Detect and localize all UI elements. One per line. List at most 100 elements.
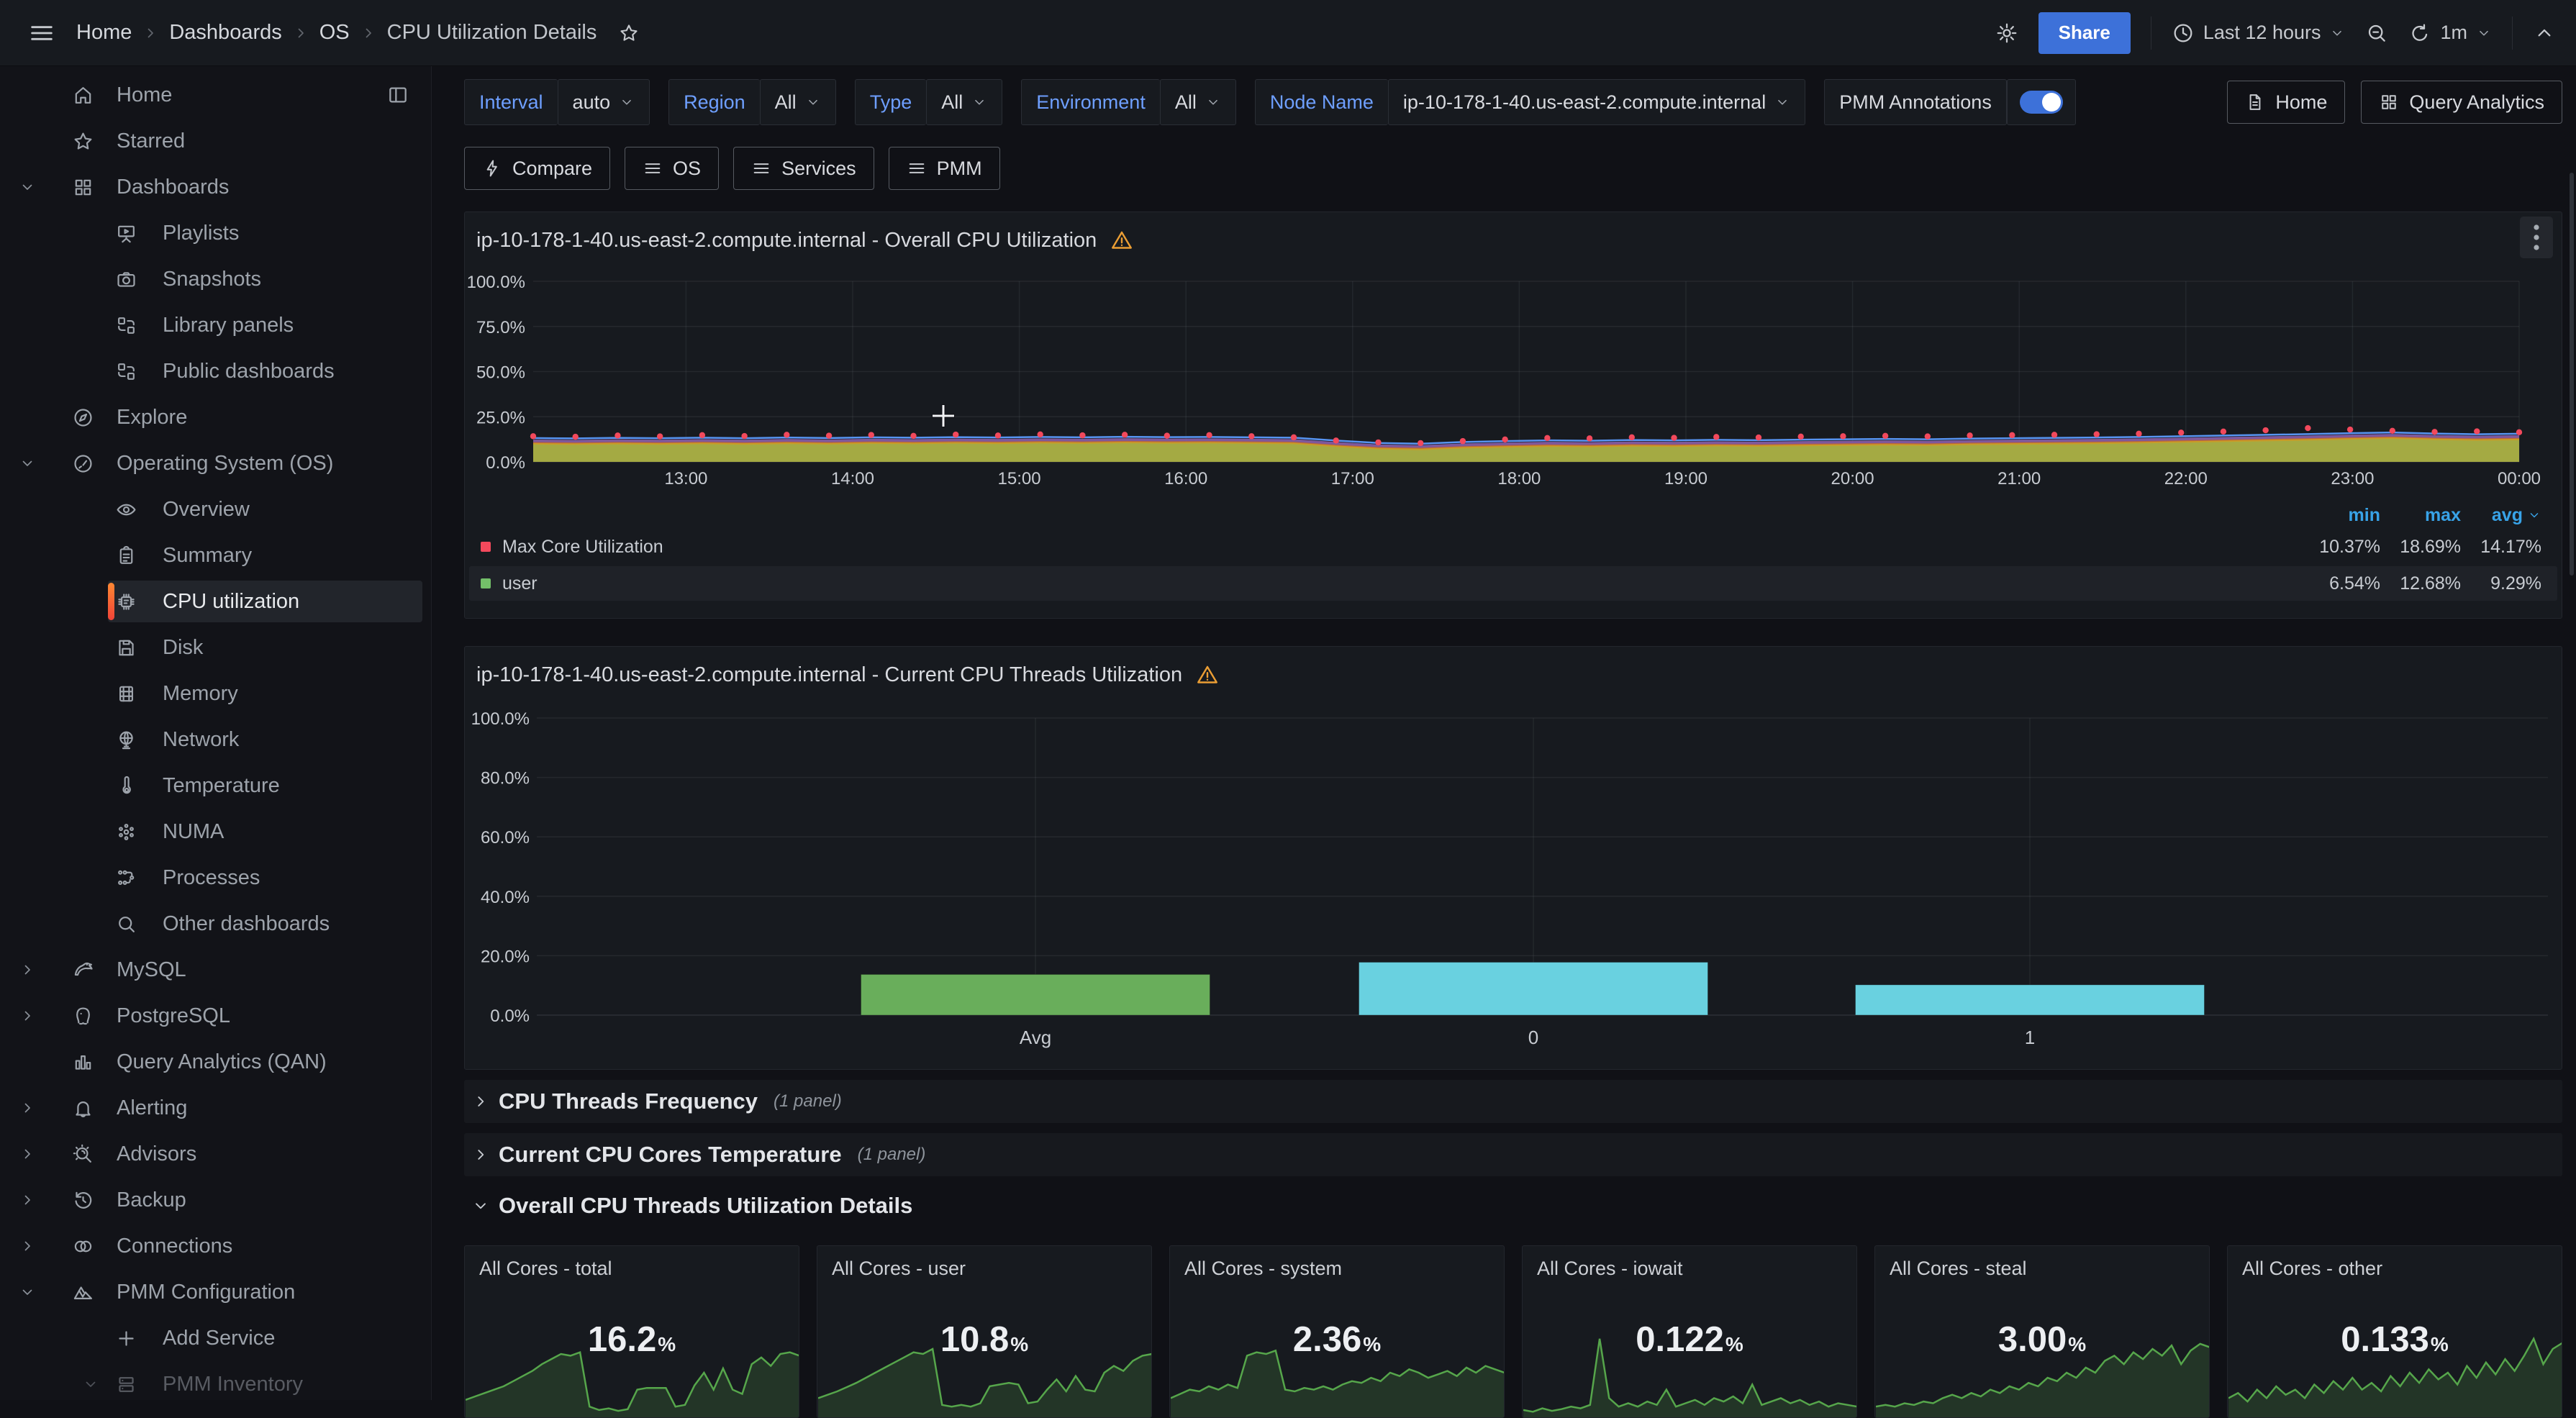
sidebar-item-processes[interactable]: Processes — [0, 855, 431, 901]
sidebar-item-public-dashboards[interactable]: Public dashboards — [0, 348, 431, 394]
sidebar-item-summary[interactable]: Summary — [0, 532, 431, 578]
chevron-right-icon[interactable] — [19, 1237, 72, 1255]
sidebar-item-home[interactable]: Home — [0, 72, 431, 118]
chevron-right-icon[interactable] — [19, 1099, 72, 1117]
hamburger-menu-icon[interactable] — [27, 19, 56, 47]
sidebar-item-operating-system-os[interactable]: Operating System (OS) — [0, 440, 431, 486]
bolt-icon — [482, 158, 502, 178]
row-overall-cpu-threads-utilization-details[interactable]: Overall CPU Threads Utilization Details — [464, 1189, 2562, 1222]
sidebar-item-cpu-utilization[interactable]: CPU utilization — [0, 578, 431, 624]
stat-title: All Cores - other — [2242, 1258, 2382, 1280]
variable-value-select[interactable]: ip-10-178-1-40.us-east-2.compute.interna… — [1388, 79, 1805, 125]
stat-panel-all-cores-system[interactable]: All Cores - system2.36% — [1169, 1245, 1505, 1418]
sidebar-item-dashboards[interactable]: Dashboards — [0, 164, 431, 210]
breadcrumb-cpu-utilization-details[interactable]: CPU Utilization Details — [387, 21, 597, 45]
chevron-right-icon[interactable] — [19, 1145, 72, 1163]
sidebar-item-add-service[interactable]: Add Service — [0, 1315, 431, 1361]
sidebar-item-explore[interactable]: Explore — [0, 394, 431, 440]
services-button[interactable]: Services — [733, 147, 874, 190]
refresh-picker[interactable]: 1m — [2408, 22, 2492, 45]
legend-sort-max[interactable]: max — [2380, 505, 2461, 526]
pmm-annotations-toggle[interactable] — [2007, 79, 2076, 125]
button-label: Home — [2275, 91, 2327, 114]
chevron-down-icon[interactable] — [19, 1375, 115, 1394]
sidebar-item-memory[interactable]: Memory — [0, 671, 431, 717]
library-icon — [115, 360, 147, 383]
sidebar-item-starred[interactable]: Starred — [0, 118, 431, 164]
legend-sort-avg[interactable]: avg — [2461, 505, 2541, 526]
legend-sort-min[interactable]: min — [2300, 505, 2380, 526]
stat-panel-all-cores-other[interactable]: All Cores - other0.133% — [2227, 1245, 2562, 1418]
pmm-button[interactable]: PMM — [889, 147, 1000, 190]
legend-row-user[interactable]: user6.54%12.68%9.29% — [469, 566, 2557, 601]
chevron-right-icon[interactable] — [19, 1006, 72, 1025]
sidebar-item-label: Summary — [163, 544, 252, 568]
row-cpu-threads-frequency[interactable]: CPU Threads Frequency(1 panel) — [464, 1080, 2562, 1123]
sidebar-item-numa[interactable]: NUMA — [0, 809, 431, 855]
panel-menu-kebab-icon[interactable] — [2520, 217, 2553, 258]
sidebar-item-network[interactable]: Network — [0, 717, 431, 763]
chevron-right-icon[interactable] — [19, 1191, 72, 1209]
series-stats: 10.37%18.69%14.17% — [2300, 537, 2541, 558]
sidebar-item-disk[interactable]: Disk — [0, 624, 431, 671]
chevron-down-icon[interactable] — [19, 1283, 72, 1301]
dock-sidebar-icon[interactable] — [386, 83, 409, 106]
sidebar-item-backup[interactable]: Backup — [0, 1177, 431, 1223]
sidebar-item-connections[interactable]: Connections — [0, 1223, 431, 1269]
sidebar-item-overview[interactable]: Overview — [0, 486, 431, 532]
dashboard-settings-icon[interactable] — [1995, 22, 2018, 45]
sidebar-item-playlists[interactable]: Playlists — [0, 210, 431, 256]
variable-value-select[interactable]: All — [760, 79, 836, 125]
sidebar-item-query-analytics-qan[interactable]: Query Analytics (QAN) — [0, 1039, 431, 1085]
variable-value-select[interactable]: All — [926, 79, 1002, 125]
warning-icon[interactable] — [1110, 228, 1134, 253]
top-navigation-bar: HomeDashboardsOSCPU Utilization Details … — [0, 0, 2576, 66]
bar-chart[interactable]: 0.0%20.0%40.0%60.0%80.0%100.0%Avg01 — [465, 647, 2562, 1069]
sidebar-item-alerting[interactable]: Alerting — [0, 1085, 431, 1131]
stat-panel-all-cores-steal[interactable]: All Cores - steal3.00% — [1874, 1245, 2210, 1418]
template-variables-row: IntervalautoRegionAllTypeAllEnvironmentA… — [464, 79, 2562, 125]
row-current-cpu-cores-temperature[interactable]: Current CPU Cores Temperature(1 panel) — [464, 1133, 2562, 1176]
share-button[interactable]: Share — [2038, 12, 2131, 54]
query-analytics-link-button[interactable]: Query Analytics — [2361, 81, 2562, 124]
favorite-star-icon[interactable] — [618, 22, 640, 44]
breadcrumb-dashboards[interactable]: Dashboards — [169, 21, 281, 45]
warning-icon[interactable] — [1195, 663, 1220, 687]
breadcrumb: Home Dashboards OS CPU Utilization Details — [76, 21, 640, 45]
sidebar-item-pmm-inventory[interactable]: PMM Inventory — [0, 1361, 431, 1400]
stat-panel-all-cores-total[interactable]: All Cores - total16.2% — [464, 1245, 799, 1418]
compare-button[interactable]: Compare — [464, 147, 610, 190]
sidebar-item-postgresql[interactable]: PostgreSQL — [0, 993, 431, 1039]
breadcrumb-os[interactable]: OS — [319, 21, 350, 45]
chevron-down-icon[interactable] — [19, 178, 72, 196]
dashboard-scrollbar[interactable] — [2570, 173, 2574, 576]
time-zoom-out-icon[interactable] — [2365, 22, 2388, 45]
os-button[interactable]: OS — [625, 147, 719, 190]
sidebar-item-snapshots[interactable]: Snapshots — [0, 256, 431, 302]
sidebar-item-advisors[interactable]: Advisors — [0, 1131, 431, 1177]
variable-value-select[interactable]: All — [1160, 79, 1236, 125]
home-link-button[interactable]: Home — [2227, 81, 2345, 124]
sidebar-item-library-panels[interactable]: Library panels — [0, 302, 431, 348]
panel-title[interactable]: ip-10-178-1-40.us-east-2.compute.interna… — [476, 228, 1134, 253]
sidebar-item-temperature[interactable]: Temperature — [0, 763, 431, 809]
bell-icon — [72, 1096, 101, 1119]
series-name[interactable]: Max Core Utilization — [502, 537, 663, 558]
sidebar-item-pmm-configuration[interactable]: PMM Configuration — [0, 1269, 431, 1315]
chevron-down-icon[interactable] — [19, 454, 72, 473]
time-range-picker[interactable]: Last 12 hours — [2172, 22, 2346, 45]
sidebar-item-label: Explore — [117, 406, 187, 430]
sidebar-item-mysql[interactable]: MySQL — [0, 947, 431, 993]
collapse-topbar-icon[interactable] — [2533, 22, 2556, 45]
series-name[interactable]: user — [502, 573, 538, 594]
panel-title[interactable]: ip-10-178-1-40.us-east-2.compute.interna… — [476, 663, 1220, 687]
sidebar-item-other-dashboards[interactable]: Other dashboards — [0, 901, 431, 947]
breadcrumb-home[interactable]: Home — [76, 21, 132, 45]
chevron-spacer — [19, 270, 115, 288]
stat-panel-all-cores-user[interactable]: All Cores - user10.8% — [817, 1245, 1152, 1418]
legend-header: minmaxavg — [469, 503, 2557, 527]
stat-panel-all-cores-iowait[interactable]: All Cores - iowait0.122% — [1522, 1245, 1857, 1418]
legend-row-max-core-utilization[interactable]: Max Core Utilization 10.37%18.69%14.17% — [469, 530, 2557, 564]
variable-value-select[interactable]: auto — [558, 79, 650, 125]
chevron-right-icon[interactable] — [19, 960, 72, 979]
